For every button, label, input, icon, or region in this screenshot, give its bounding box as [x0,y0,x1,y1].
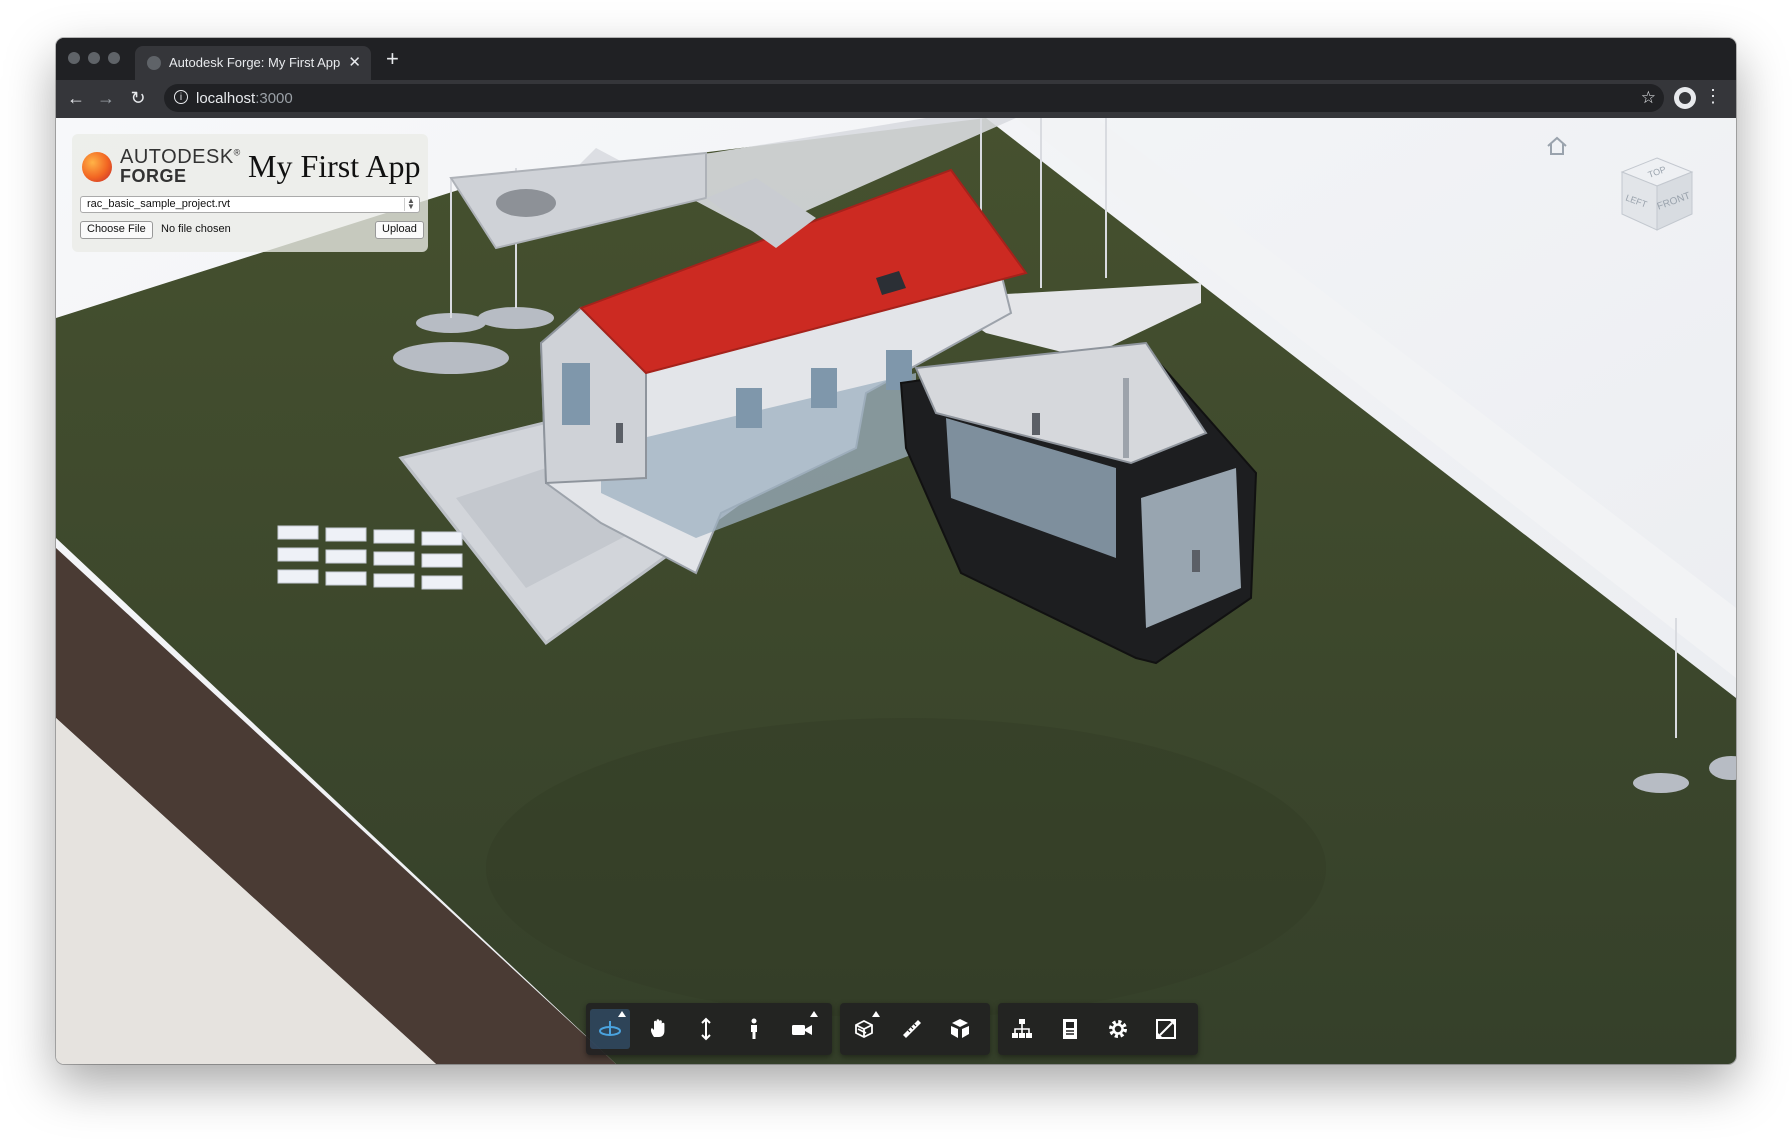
camera-button[interactable] [782,1009,822,1049]
address-bar[interactable]: i localhost:3000 ☆ [164,84,1664,112]
properties-icon [1063,1019,1077,1039]
section-button[interactable] [844,1009,884,1049]
upload-button[interactable]: Upload [375,221,424,239]
model-canvas[interactable] [56,118,1736,1064]
url-text: localhost:3000 [196,90,293,107]
zoom-icon [701,1017,711,1041]
measure-icon [903,1020,921,1038]
close-window-button[interactable] [68,52,80,64]
browser-window: Autodesk Forge: My First App ✕ + ← → ↻ i… [56,38,1736,1064]
camera-icon [792,1025,812,1035]
fullscreen-button[interactable] [1146,1009,1186,1049]
fullscreen-icon [1156,1019,1176,1039]
viewcube[interactable]: TOP LEFT FRONT [1616,154,1698,236]
browser-toolbar: ← → ↻ i localhost:3000 ☆ ⋮ [56,80,1736,118]
explode-icon [951,1019,969,1038]
settings-icon [1109,1020,1127,1038]
tab-strip: Autodesk Forge: My First App ✕ + [56,38,1736,80]
orbit-button[interactable] [590,1009,630,1049]
orbit-flyout-icon [618,1011,626,1017]
section-icon [855,1019,873,1039]
app-panel: AUTODESK® FORGE My First App rac_basic_s… [72,134,428,252]
pan-icon [650,1019,665,1037]
home-icon[interactable] [1546,136,1568,162]
browser-menu-icon[interactable]: ⋮ [1704,86,1722,107]
autodesk-logo-icon [82,152,112,182]
pan-button[interactable] [638,1009,678,1049]
globe-icon [147,56,161,70]
brand-forge: FORGE [120,166,187,186]
modeling-toolbar [840,1003,990,1055]
explode-button[interactable] [940,1009,980,1049]
profile-avatar-icon[interactable] [1674,87,1696,109]
select-arrows-icon: ▲ ▼ [404,197,417,211]
file-status: No file chosen [161,223,231,235]
new-tab-button[interactable]: + [386,46,399,72]
back-button[interactable]: ← [64,86,88,110]
properties-button[interactable] [1050,1009,1090,1049]
brand-registered-mark: ® [233,147,241,158]
measure-button[interactable] [892,1009,932,1049]
orbit-icon [599,1021,621,1036]
forward-button[interactable]: → [94,86,118,110]
reload-button[interactable]: ↻ [126,86,150,110]
first-person-icon [751,1018,757,1039]
settings-button[interactable] [1098,1009,1138,1049]
model-browser-icon [1012,1019,1032,1038]
forge-viewer[interactable]: AUTODESK® FORGE My First App rac_basic_s… [56,118,1736,1064]
model-select[interactable]: rac_basic_sample_project.rvt ▲ ▼ [80,196,420,213]
first-person-button[interactable] [734,1009,774,1049]
model-browser-button[interactable] [1002,1009,1042,1049]
tab-title: Autodesk Forge: My First App [169,55,341,70]
site-info-icon[interactable]: i [174,90,188,104]
navigation-toolbar [586,1003,832,1055]
brand-autodesk-text: AUTODESK [120,146,234,168]
app-title: My First App [248,148,421,184]
section-flyout-icon [872,1011,880,1017]
model-select-value: rac_basic_sample_project.rvt [87,198,231,210]
zoom-button[interactable] [686,1009,726,1049]
url-port: :3000 [255,90,293,107]
close-tab-icon[interactable]: ✕ [348,53,361,71]
minimize-window-button[interactable] [88,52,100,64]
url-host: localhost [196,90,256,107]
bookmark-star-icon[interactable]: ☆ [1641,88,1656,108]
maximize-window-button[interactable] [108,52,120,64]
settings-toolbar [998,1003,1198,1055]
camera-flyout-icon [810,1011,818,1017]
choose-file-button[interactable]: Choose File [80,221,153,239]
browser-tab[interactable]: Autodesk Forge: My First App ✕ [135,46,371,80]
